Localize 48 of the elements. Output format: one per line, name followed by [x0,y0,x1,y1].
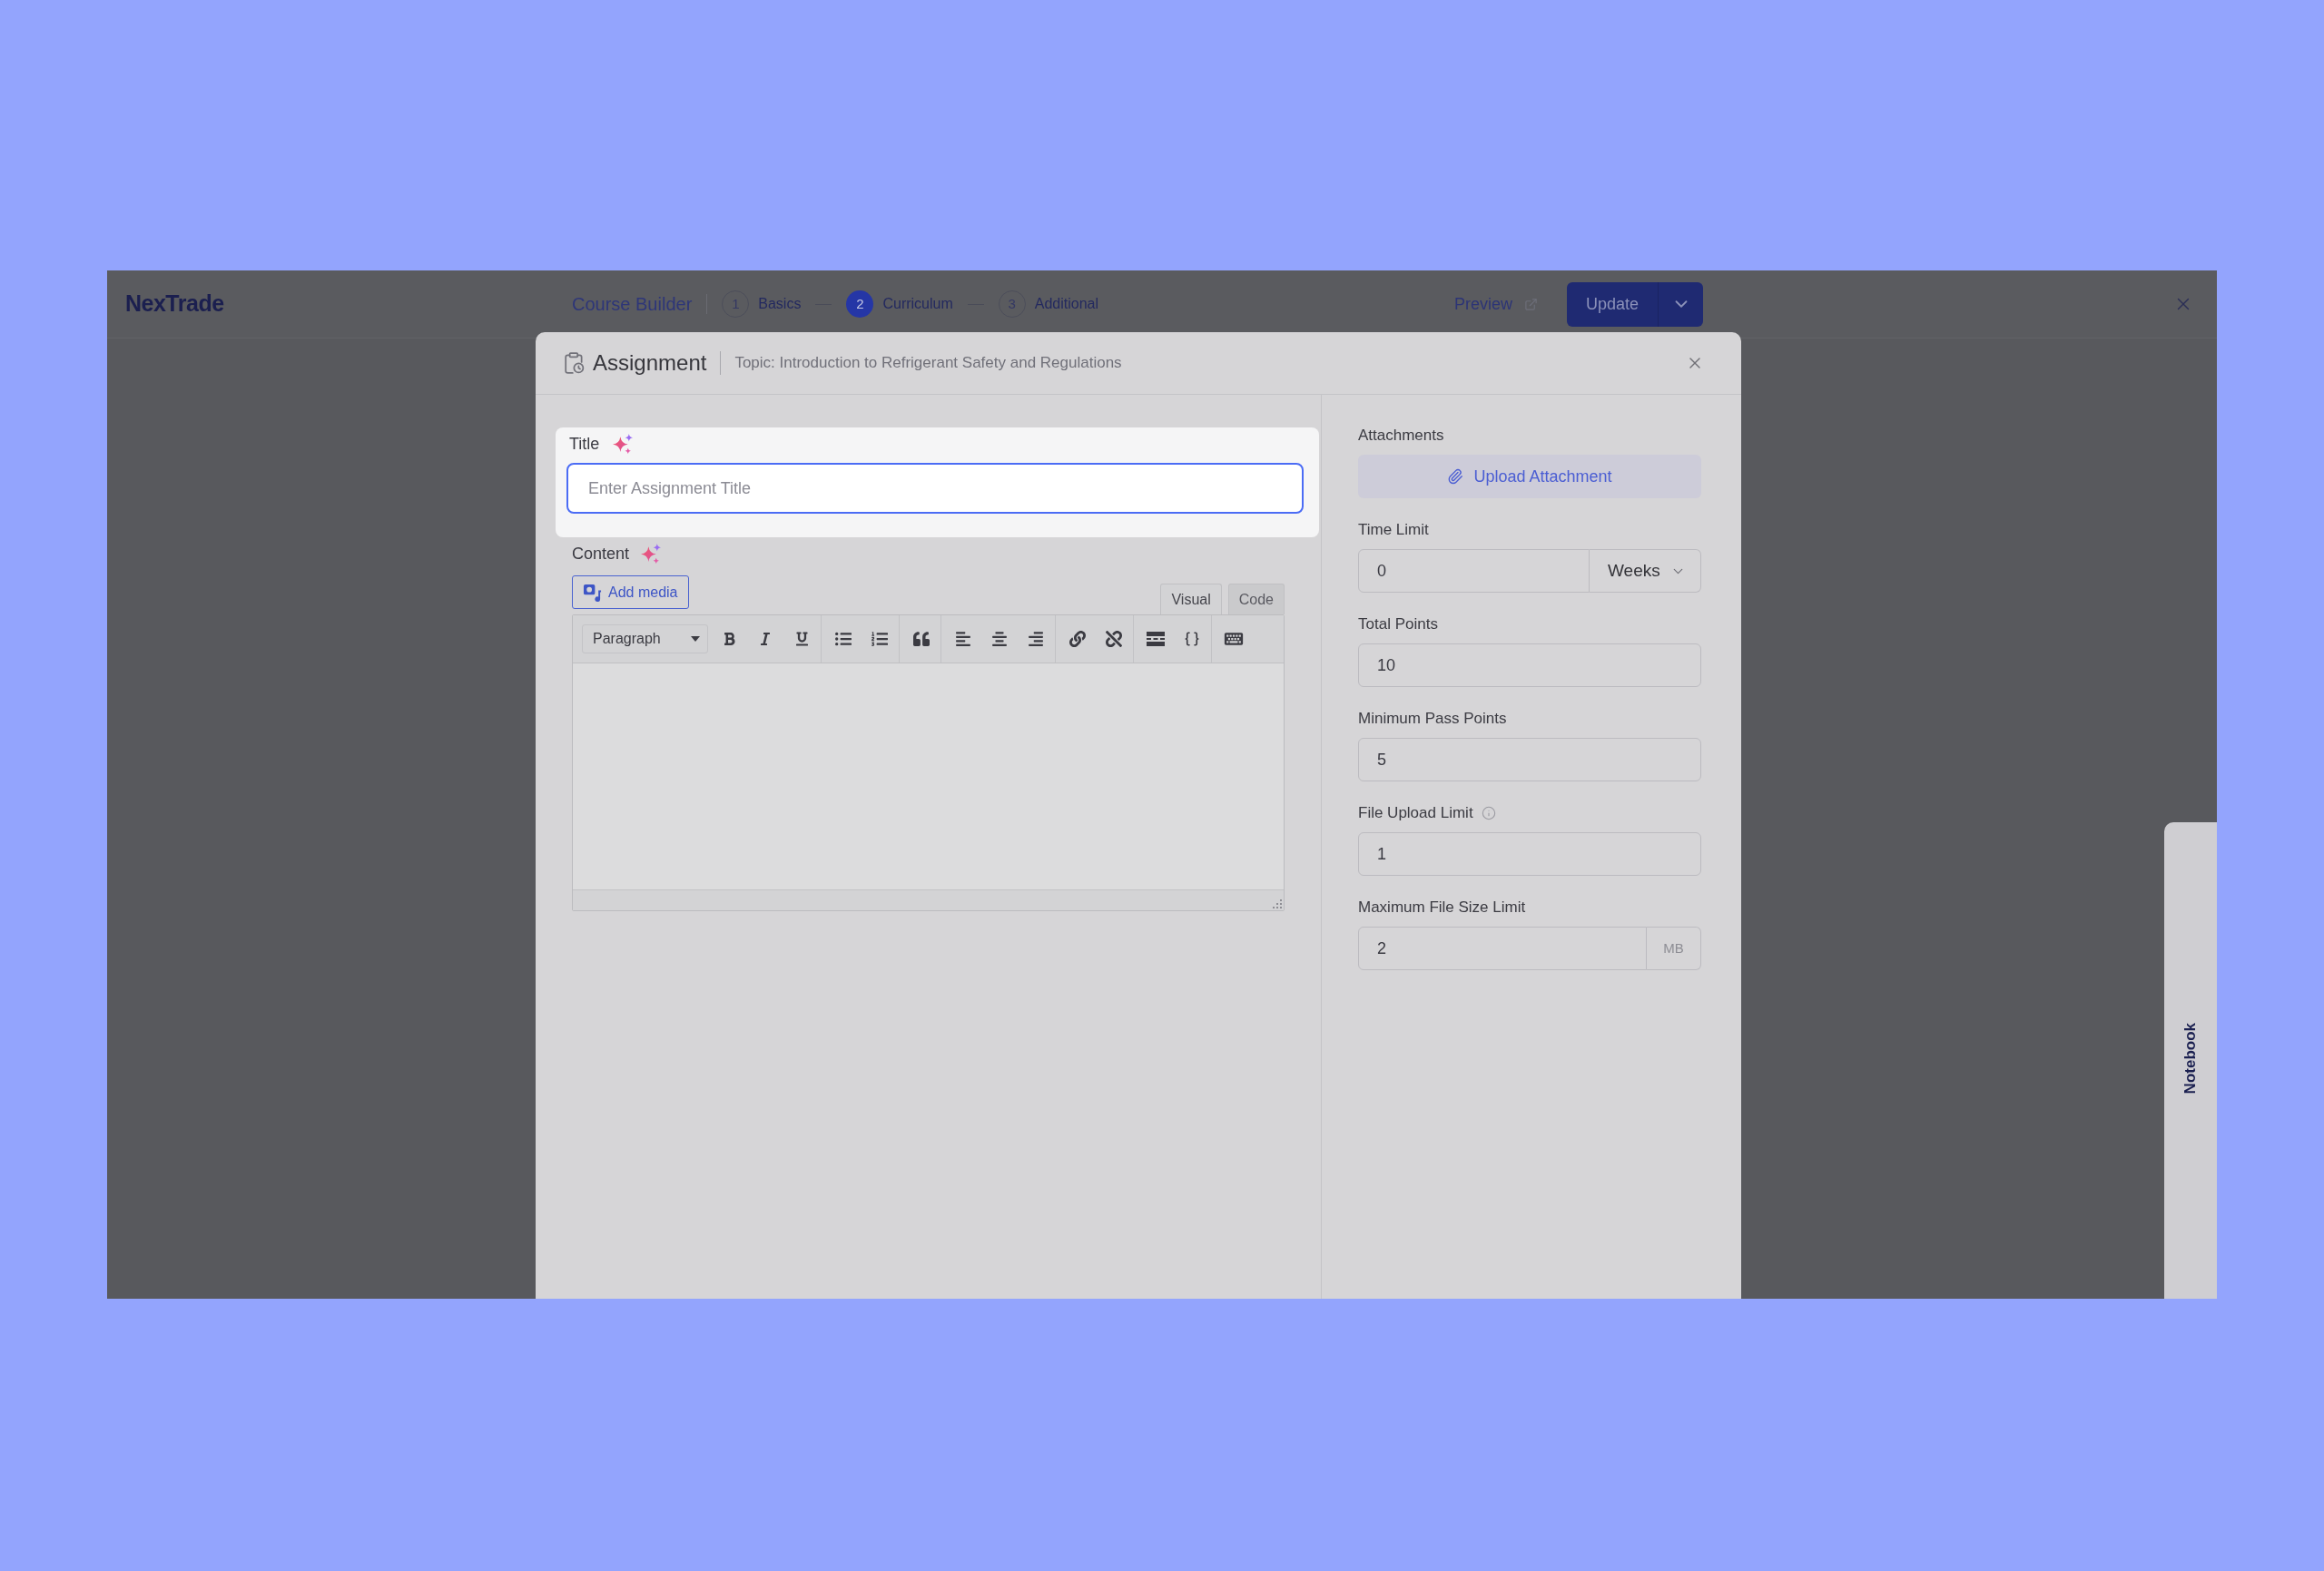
format-select[interactable]: Paragraph [582,624,708,653]
editor-tab[interactable]: Code [1227,584,1285,614]
topic-text: Topic: Introduction to Refrigerant Safety and Regulations [734,353,1122,374]
clipboard-icon [565,352,585,374]
braces-icon [1184,631,1200,647]
italic-icon [760,632,771,646]
bullet-list-icon [835,631,852,647]
quote-icon [913,631,930,647]
field-label: Content [572,543,630,565]
underline-icon [795,632,808,646]
align-left-icon [955,631,971,647]
resize-handle-icon[interactable] [1273,899,1282,908]
caret-down-icon [691,636,700,642]
field-label: File Upload Limit [1358,804,1473,822]
sparkle-icon[interactable] [613,434,634,454]
notebook-tab[interactable]: Notebook [2164,822,2217,1299]
modal-title: Assignment [593,349,707,377]
read-more-icon [1147,632,1165,646]
field-label: Maximum File Size Limit [1358,898,1526,917]
number-field[interactable]: 0 [1358,549,1590,593]
field-label: Title [569,433,600,455]
unit-select[interactable]: Weeks [1590,549,1701,593]
paperclip-icon [1447,468,1464,485]
field-label: Time Limit [1358,521,1429,539]
number-field[interactable]: 2 [1358,927,1647,970]
editor-tab[interactable]: Visual [1160,584,1222,614]
add-media-button[interactable]: Add media [572,575,689,609]
external-link-icon [1524,297,1538,311]
field-label: Total Points [1358,615,1438,633]
number-field[interactable]: 10 [1358,643,1701,687]
numbered-list-icon [872,631,888,647]
number-field[interactable]: 1 [1358,832,1701,876]
bold-icon [723,632,735,646]
title-input[interactable]: Enter Assignment Title [566,463,1304,514]
step-number[interactable]: 2 [846,290,874,318]
number-field[interactable]: 5 [1358,738,1701,781]
update-button[interactable]: Update [1567,281,1658,327]
brand-logo[interactable]: NexTrade [125,287,224,321]
media-icon [583,583,602,602]
unit-addon: MB [1647,927,1701,970]
link-icon [1069,631,1086,647]
upload-attachment-button[interactable]: Upload Attachment [1358,455,1701,498]
keyboard-icon [1224,631,1244,647]
unlink-icon [1106,631,1122,647]
field-label: Minimum Pass Points [1358,710,1507,728]
align-right-icon [1028,631,1044,647]
align-center-icon [991,631,1008,647]
field-label: Attachments [1358,427,1444,445]
